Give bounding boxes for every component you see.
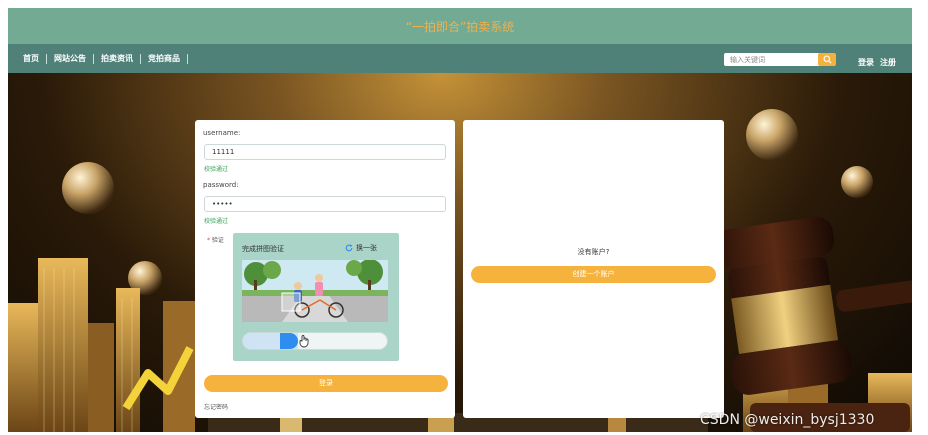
captcha-puzzle-image (242, 260, 388, 322)
forgot-password-link[interactable]: 忘记密码 (204, 402, 228, 411)
search-input[interactable] (724, 53, 822, 66)
nav-item-auction-goods[interactable]: 竞拍商品 (141, 53, 188, 64)
register-card: 没有账户? 创建一个账户 (463, 120, 724, 418)
verify-label: * 验证 (207, 235, 224, 244)
captcha-slider-handle[interactable] (280, 333, 298, 349)
captcha-refresh-button[interactable]: 换一张 (345, 243, 377, 253)
puzzle-captcha: 完成拼图验证 换一张 (233, 233, 399, 361)
nav-item-news[interactable]: 拍卖资讯 (94, 53, 141, 64)
auction-backdrop-image (8, 109, 912, 432)
hand-cursor-icon (299, 335, 309, 348)
register-link[interactable]: 注册 (880, 57, 896, 68)
password-input[interactable] (204, 196, 446, 212)
top-header: “一拍即合”拍卖系统 (8, 8, 912, 44)
create-account-button[interactable]: 创建一个账户 (471, 266, 716, 283)
password-label: password: (203, 181, 239, 189)
username-validation-status: 校验通过 (204, 166, 229, 173)
captcha-title: 完成拼图验证 (242, 245, 284, 253)
search-icon (822, 55, 832, 64)
app-frame: “一拍即合”拍卖系统 首页 网站公告 拍卖资讯 竞拍商品 登录 注册 (8, 8, 912, 432)
required-mark: * (207, 237, 210, 244)
csdn-watermark: CSDN @weixin_bysj1330 (700, 412, 875, 428)
verify-label-text: 验证 (211, 237, 224, 244)
nav-item-announcements[interactable]: 网站公告 (47, 53, 94, 64)
search-button[interactable] (818, 53, 836, 66)
username-input[interactable] (204, 144, 446, 160)
username-label: username: (203, 129, 241, 137)
site-title: “一拍即合”拍卖系统 (405, 20, 515, 34)
no-account-prompt: 没有账户? (577, 248, 610, 256)
captcha-refresh-label: 换一张 (356, 244, 377, 252)
login-link[interactable]: 登录 (858, 57, 874, 68)
login-submit-button[interactable]: 登录 (204, 375, 448, 392)
refresh-icon (345, 244, 353, 252)
nav-item-home[interactable]: 首页 (17, 53, 47, 64)
main-nav: 首页 网站公告 拍卖资讯 竞拍商品 (17, 44, 188, 73)
captcha-slider-track[interactable] (242, 332, 388, 350)
password-validation-status: 校验通过 (204, 218, 229, 225)
login-card: username: 校验通过 password: 校验通过 * 验证 完成拼图验… (195, 120, 455, 418)
hero-background (8, 73, 912, 432)
